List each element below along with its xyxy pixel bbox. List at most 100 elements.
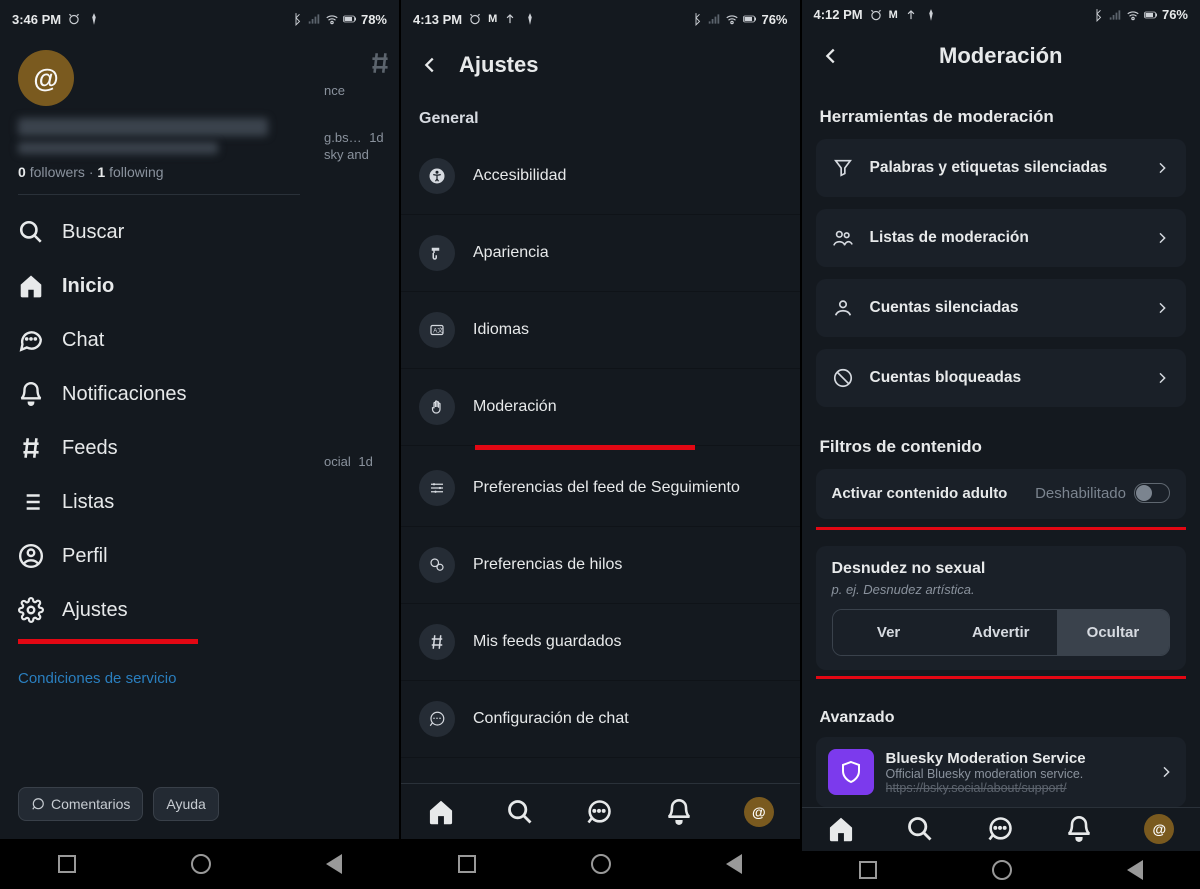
status-battery: 76%	[1162, 7, 1188, 22]
terms-link[interactable]: Condiciones de servicio	[18, 670, 300, 687]
nav-feeds[interactable]: Feeds	[18, 421, 300, 475]
mod-lists[interactable]: Listas de moderación	[816, 209, 1187, 267]
section-mod-tools: Herramientas de moderación	[802, 77, 1200, 139]
option-advertir[interactable]: Advertir	[945, 610, 1057, 655]
filter-desc: p. ej. Desnudez artística.	[832, 582, 1171, 597]
nav-settings[interactable]: Ajustes	[18, 583, 300, 637]
android-nav-bar	[802, 851, 1200, 889]
feedback-button[interactable]: Comentarios	[18, 787, 143, 821]
highlight-ajustes	[18, 639, 198, 644]
page-title: Ajustes	[459, 52, 538, 78]
setting-accessibility[interactable]: Accesibilidad	[401, 138, 800, 215]
nav-notifications[interactable]: Notificaciones	[18, 367, 300, 421]
alarm-icon	[468, 12, 482, 26]
setting-thread-prefs[interactable]: Preferencias de hilos	[401, 527, 800, 604]
gear-icon	[18, 597, 44, 623]
service-url: https://bsky.social/about/support/	[886, 781, 1147, 795]
tab-avatar[interactable]: @	[744, 797, 774, 827]
chevron-right-icon	[1154, 160, 1170, 176]
battery-icon	[343, 12, 357, 26]
nudity-filter-card: Desnudez no sexual p. ej. Desnudez artís…	[816, 546, 1187, 670]
back-button[interactable]	[326, 854, 342, 874]
home-button[interactable]	[591, 854, 611, 874]
status-bar: 3:46 PM 78%	[0, 0, 399, 38]
status-time: 4:13 PM	[413, 12, 462, 27]
setting-chat-config[interactable]: Configuración de chat	[401, 681, 800, 758]
setting-languages[interactable]: A文 Idiomas	[401, 292, 800, 369]
option-ocultar[interactable]: Ocultar	[1057, 610, 1169, 655]
status-battery: 78%	[361, 12, 387, 27]
nav-chat[interactable]: Chat	[18, 313, 300, 367]
back-icon[interactable]	[419, 54, 441, 76]
recent-apps-button[interactable]	[859, 861, 877, 879]
filter-icon	[832, 157, 854, 179]
feed-item[interactable]: nce	[318, 79, 399, 126]
follow-stats[interactable]: 0 followers · 1 following	[18, 164, 300, 180]
nav-search[interactable]: Buscar	[18, 205, 300, 259]
following-count: 1	[97, 164, 105, 180]
back-icon[interactable]	[820, 45, 842, 67]
tab-bell-icon[interactable]	[665, 798, 693, 826]
upload-icon	[503, 12, 517, 26]
chat-icon	[428, 710, 446, 728]
bluetooth-icon	[289, 12, 303, 26]
help-button[interactable]: Ayuda	[153, 787, 218, 821]
search-icon	[18, 219, 44, 245]
mod-muted-words[interactable]: Palabras y etiquetas silenciadas	[816, 139, 1187, 197]
home-button[interactable]	[992, 860, 1012, 880]
tab-home-icon[interactable]	[827, 815, 855, 843]
hash-icon	[18, 435, 44, 461]
recent-apps-button[interactable]	[458, 855, 476, 873]
filter-title: Desnudez no sexual	[832, 560, 1171, 578]
tab-bell-icon[interactable]	[1065, 815, 1093, 843]
option-ver[interactable]: Ver	[833, 610, 945, 655]
language-icon: A文	[428, 321, 446, 339]
feed-preview-strip: nce g.bs… 1d sky and ocial 1d @	[318, 38, 399, 839]
tab-home-icon[interactable]	[427, 798, 455, 826]
avatar[interactable]: @	[18, 50, 74, 106]
tab-search-icon[interactable]	[506, 798, 534, 826]
mail-icon: M	[488, 13, 497, 25]
wifi-icon	[1126, 8, 1140, 22]
adult-content-toggle[interactable]	[1134, 483, 1170, 503]
status-time: 3:46 PM	[12, 12, 61, 27]
mod-muted-accounts[interactable]: Cuentas silenciadas	[816, 279, 1187, 337]
tab-search-icon[interactable]	[906, 815, 934, 843]
sidebar: @ 0 followers · 1 following Buscar Inici…	[0, 38, 318, 839]
alarm-icon	[869, 8, 883, 22]
tab-chat-icon[interactable]	[585, 798, 613, 826]
mod-blocked-accounts[interactable]: Cuentas bloqueadas	[816, 349, 1187, 407]
nav-home[interactable]: Inicio	[18, 259, 300, 313]
feed-item[interactable]: ocial 1d	[318, 450, 399, 497]
tab-avatar[interactable]: @	[1144, 814, 1174, 844]
setting-saved-feeds[interactable]: Mis feeds guardados	[401, 604, 800, 681]
setting-feed-prefs[interactable]: Preferencias del feed de Seguimiento	[401, 450, 800, 527]
location-icon	[924, 8, 938, 22]
status-time: 4:12 PM	[814, 7, 863, 22]
nav-profile[interactable]: Perfil	[18, 529, 300, 583]
status-bar: 4:13 PM M 76%	[401, 0, 800, 38]
bluetooth-icon	[1090, 8, 1104, 22]
home-button[interactable]	[191, 854, 211, 874]
adult-content-label: Activar contenido adulto	[832, 485, 1008, 502]
setting-appearance[interactable]: Apariencia	[401, 215, 800, 292]
nav-lists[interactable]: Listas	[18, 475, 300, 529]
status-battery: 76%	[761, 12, 787, 27]
chevron-right-icon	[1158, 764, 1174, 780]
adult-content-status: Deshabilitado	[1035, 485, 1126, 502]
back-button[interactable]	[726, 854, 742, 874]
svg-text:A文: A文	[433, 326, 443, 334]
recent-apps-button[interactable]	[58, 855, 76, 873]
back-button[interactable]	[1127, 860, 1143, 880]
status-bar: 4:12 PM M 76%	[802, 0, 1200, 29]
panel-moderation: 4:12 PM M 76% Moderación Herramientas de…	[802, 0, 1200, 889]
location-icon	[523, 12, 537, 26]
feed-item[interactable]: g.bs… 1d sky and	[318, 126, 399, 190]
location-icon	[87, 12, 101, 26]
section-content-filters: Filtros de contenido	[802, 419, 1200, 469]
chevron-right-icon	[1154, 230, 1170, 246]
bottom-tab-bar: @	[401, 783, 800, 839]
setting-moderation[interactable]: Moderación	[401, 369, 800, 446]
tab-chat-icon[interactable]	[986, 815, 1014, 843]
moderation-service-card[interactable]: Bluesky Moderation Service Official Blue…	[816, 737, 1187, 807]
